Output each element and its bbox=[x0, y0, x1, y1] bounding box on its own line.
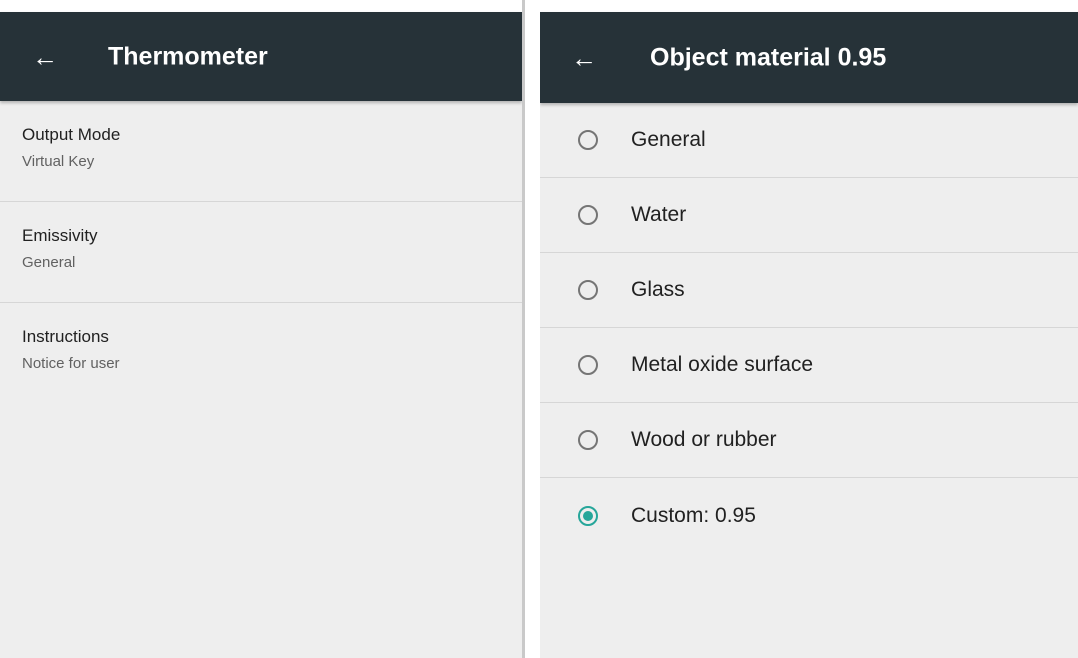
option-label: Metal oxide surface bbox=[631, 353, 814, 376]
material-radio-list: General Water Glass Metal oxide surface … bbox=[540, 103, 1078, 553]
emissivity-preference[interactable]: Emissivity General bbox=[0, 202, 522, 303]
status-bar-area bbox=[540, 0, 1078, 12]
preference-title: Instructions bbox=[22, 327, 109, 346]
material-option-glass[interactable]: Glass bbox=[540, 253, 1078, 328]
preference-summary: Notice for user bbox=[22, 355, 120, 372]
output-mode-preference[interactable]: Output Mode Virtual Key bbox=[0, 101, 522, 202]
radio-button-icon[interactable] bbox=[578, 355, 598, 375]
preference-summary: Virtual Key bbox=[22, 153, 95, 170]
app-bar: ← Object material 0.95 bbox=[540, 12, 1078, 103]
radio-button-checked-icon[interactable] bbox=[578, 505, 598, 526]
material-option-metal-oxide[interactable]: Metal oxide surface bbox=[540, 328, 1078, 403]
material-option-wood-rubber[interactable]: Wood or rubber bbox=[540, 403, 1078, 478]
material-option-custom[interactable]: Custom: 0.95 bbox=[540, 478, 1078, 553]
option-label: Water bbox=[631, 203, 687, 226]
option-label: Glass bbox=[631, 278, 685, 301]
object-material-screen: ← Object material 0.95 General Water Gla… bbox=[540, 0, 1078, 658]
instructions-preference[interactable]: Instructions Notice for user bbox=[0, 303, 522, 404]
screen-divider bbox=[522, 0, 540, 658]
back-arrow-icon[interactable]: ← bbox=[571, 45, 597, 71]
back-arrow-icon[interactable]: ← bbox=[32, 44, 58, 70]
radio-button-icon[interactable] bbox=[578, 205, 598, 225]
status-bar-area bbox=[0, 0, 522, 12]
material-option-water[interactable]: Water bbox=[540, 178, 1078, 253]
preference-list: Output Mode Virtual Key Emissivity Gener… bbox=[0, 101, 522, 404]
option-label: Wood or rubber bbox=[631, 428, 777, 451]
radio-button-icon[interactable] bbox=[578, 430, 598, 450]
thermometer-settings-screen: ← Thermometer Output Mode Virtual Key Em… bbox=[0, 0, 522, 658]
page-title: Object material 0.95 bbox=[650, 43, 887, 71]
option-label: Custom: 0.95 bbox=[631, 503, 756, 527]
preference-title: Output Mode bbox=[22, 125, 121, 144]
preference-title: Emissivity bbox=[22, 226, 98, 245]
preference-summary: General bbox=[22, 254, 76, 271]
option-label: General bbox=[631, 128, 706, 151]
app-bar: ← Thermometer bbox=[0, 12, 522, 101]
radio-button-icon[interactable] bbox=[578, 130, 598, 150]
material-option-general[interactable]: General bbox=[540, 103, 1078, 178]
page-title: Thermometer bbox=[108, 42, 268, 70]
radio-button-icon[interactable] bbox=[578, 280, 598, 300]
